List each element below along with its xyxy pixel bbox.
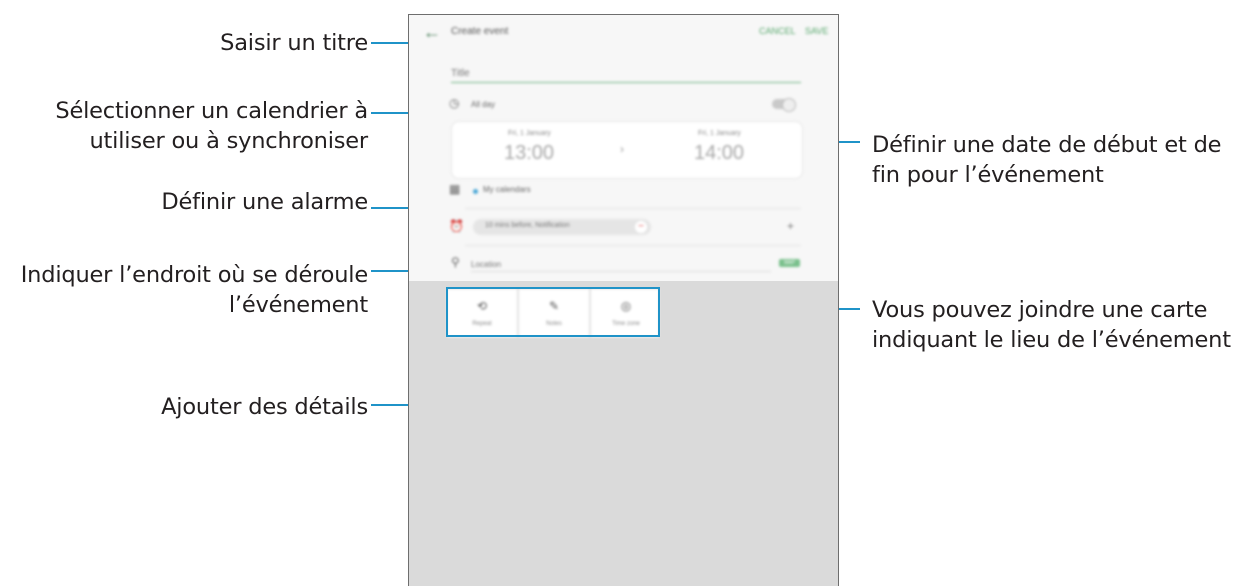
- all-day-toggle[interactable]: [772, 98, 796, 112]
- annotation-dates: Définir une date de début et de fin pour…: [872, 130, 1222, 190]
- end-date[interactable]: Fri, 1 January 14:00: [642, 122, 802, 178]
- notes-button[interactable]: ✎ Notes: [519, 289, 589, 337]
- annotation-alarm: Définir une alarme: [161, 189, 368, 215]
- annotation-map: Vous pouvez joindre une carte indiquant …: [872, 295, 1231, 355]
- annotation-calendar-line1: Sélectionner un calendrier à: [55, 98, 368, 124]
- app-bar: ← Create event CANCEL SAVE: [409, 15, 838, 51]
- calendar-selector[interactable]: My calendars: [483, 185, 531, 194]
- annotation-dates-line1: Définir une date de début et de: [872, 132, 1222, 158]
- annotation-location-line1: Indiquer l’endroit où se déroule: [20, 262, 368, 288]
- chevron-right-icon: ›: [620, 142, 624, 156]
- details-buttons: ⟲ Repeat ✎ Notes ◎ Time zone: [447, 289, 659, 337]
- event-form: ← Create event CANCEL SAVE ◷ All day Fri…: [409, 15, 838, 281]
- alarm-text: 10 mins before, Notification: [485, 222, 570, 229]
- start-date[interactable]: Fri, 1 January 13:00: [452, 122, 612, 178]
- save-button[interactable]: SAVE: [805, 26, 828, 36]
- annotation-location: Indiquer l’endroit où se déroule l’événe…: [21, 260, 368, 320]
- notes-icon: ✎: [548, 299, 560, 313]
- repeat-icon: ⟲: [476, 299, 488, 313]
- map-button[interactable]: MAP: [779, 259, 800, 267]
- annotation-title: Saisir un titre: [220, 30, 368, 56]
- app-title: Create event: [451, 26, 509, 37]
- start-time: 13:00: [504, 142, 555, 164]
- annotation-map-line2: indiquant le lieu de l’événement: [872, 327, 1231, 353]
- end-time: 14:00: [694, 142, 745, 164]
- all-day-label: All day: [471, 100, 496, 109]
- notes-label: Notes: [546, 321, 562, 327]
- timezone-icon: ◎: [620, 299, 632, 313]
- device-screen: ← Create event CANCEL SAVE ◷ All day Fri…: [408, 14, 839, 586]
- end-date-label: Fri, 1 January: [698, 130, 741, 137]
- time-zone-label: Time zone: [612, 321, 640, 327]
- annotation-map-line1: Vous pouvez joindre une carte: [872, 297, 1208, 323]
- back-arrow-icon[interactable]: ←: [423, 22, 441, 43]
- title-input[interactable]: [451, 64, 801, 83]
- repeat-button[interactable]: ⟲ Repeat: [447, 289, 517, 337]
- location-input[interactable]: [471, 257, 771, 272]
- repeat-label: Repeat: [472, 321, 492, 327]
- start-date-label: Fri, 1 January: [508, 130, 551, 137]
- alarm-clock-icon: ⏰: [449, 219, 464, 233]
- clock-icon: ◷: [449, 96, 460, 110]
- add-alarm-icon[interactable]: +: [787, 219, 794, 233]
- divider: [465, 208, 801, 209]
- divider: [465, 245, 801, 246]
- remove-alarm-icon[interactable]: −: [635, 221, 647, 233]
- cancel-button[interactable]: CANCEL: [759, 26, 796, 36]
- annotation-calendar-line2: utiliser ou à synchroniser: [89, 128, 368, 154]
- annotation-location-line2: l’événement: [228, 292, 368, 318]
- annotation-dates-line2: fin pour l’événement: [872, 162, 1104, 188]
- alarm-chip[interactable]: 10 mins before, Notification −: [473, 219, 651, 235]
- date-range-card: Fri, 1 January 13:00 › Fri, 1 January 14…: [451, 121, 803, 179]
- calendar-icon: ▦: [449, 182, 461, 196]
- time-zone-button[interactable]: ◎ Time zone: [591, 289, 661, 337]
- annotation-details: Ajouter des détails: [161, 394, 368, 420]
- location-pin-icon: ⚲: [451, 255, 460, 269]
- calendar-color-dot: [473, 189, 478, 194]
- annotation-calendar: Sélectionner un calendrier à utiliser ou…: [55, 96, 368, 156]
